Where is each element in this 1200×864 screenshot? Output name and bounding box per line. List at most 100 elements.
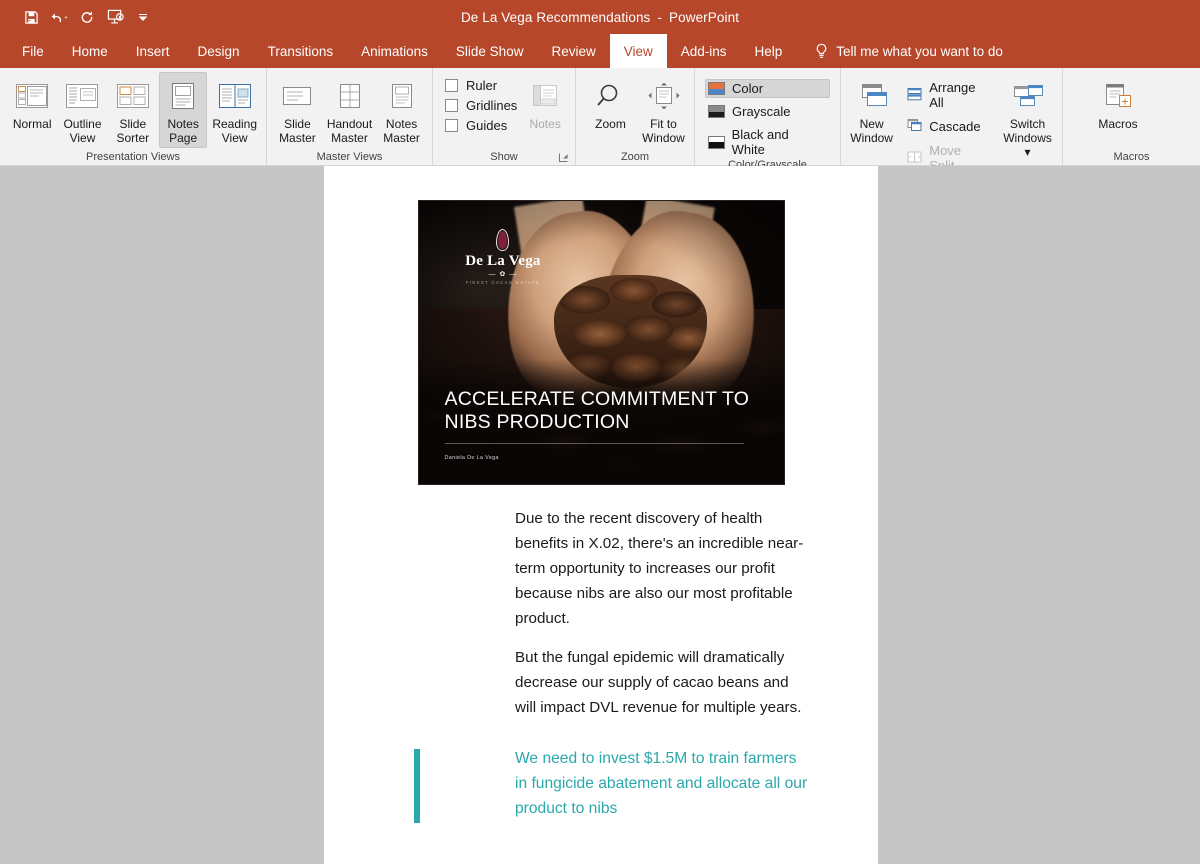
button-zoom-label: Zoom [595, 117, 626, 131]
group-label-presentation-views: Presentation Views [86, 150, 180, 163]
option-color-label: Color [732, 81, 764, 96]
slide-master-icon [280, 76, 314, 116]
button-arrange-all-label: Arrange All [929, 80, 976, 110]
arrange-all-icon [907, 87, 922, 104]
button-handout-master[interactable]: Handout Master [324, 72, 375, 148]
checkbox-ruler[interactable]: Ruler [445, 78, 517, 93]
tab-animations[interactable]: Animations [347, 34, 442, 68]
checkbox-guides-label: Guides [466, 118, 508, 133]
notes-text-area[interactable]: Due to the recent discovery of health be… [324, 506, 878, 823]
document-title: De La Vega Recommendations [460, 9, 651, 25]
outline-view-icon [64, 76, 100, 116]
button-new-window-label: New Window [850, 117, 893, 145]
brand-logo-ornament: — ✿ — [488, 271, 518, 279]
tab-slide-show[interactable]: Slide Show [442, 34, 538, 68]
tab-file[interactable]: File [8, 34, 58, 68]
button-normal-view[interactable]: Normal [8, 72, 56, 134]
button-slide-master[interactable]: Slide Master [273, 72, 322, 148]
button-notes-page[interactable]: Notes Page [158, 72, 208, 148]
notes-page-icon [165, 76, 201, 116]
tab-add-ins[interactable]: Add-ins [667, 34, 741, 68]
tab-help[interactable]: Help [741, 34, 797, 68]
ribbon-group-macros: Macros Macros [1062, 68, 1200, 165]
tab-insert[interactable]: Insert [122, 34, 184, 68]
ribbon-group-show: Ruler Gridlines Guides Notes Show [432, 68, 575, 165]
ribbon-group-color-grayscale: Color Grayscale Black and White Color/Gr… [694, 68, 840, 171]
button-fit-to-window[interactable]: Fit to Window [639, 72, 688, 148]
ribbon: Normal Outline View Slide Sorter Notes Page [0, 68, 1200, 187]
button-handout-master-label: Handout Master [326, 117, 373, 145]
button-slide-sorter[interactable]: Slide Sorter [109, 72, 157, 148]
app-name: PowerPoint [669, 9, 740, 25]
option-color[interactable]: Color [705, 79, 830, 98]
notes-page[interactable]: De La Vega — ✿ — FINEST CACAO ESTATE ACC… [324, 166, 878, 864]
checkbox-ruler-box[interactable] [445, 79, 458, 92]
button-outline-view-label: Outline View [63, 117, 102, 145]
tell-me-search[interactable]: Tell me what you want to do [796, 34, 1003, 68]
button-slide-sorter-label: Slide Sorter [116, 117, 150, 145]
checkbox-gridlines-box[interactable] [445, 99, 458, 112]
work-area: De La Vega — ✿ — FINEST CACAO ESTATE ACC… [0, 166, 1200, 864]
tab-review[interactable]: Review [537, 34, 609, 68]
ribbon-tab-strip: File Home Insert Design Transitions Anim… [0, 34, 1200, 68]
callout-text: We need to invest $1.5M to train farmers… [515, 750, 808, 817]
button-zoom[interactable]: Zoom [586, 72, 635, 134]
cacao-pod-icon [496, 229, 510, 252]
button-slide-master-label: Slide Master [279, 117, 316, 145]
notes-paragraph-1: Due to the recent discovery of health be… [515, 510, 804, 627]
button-new-window[interactable]: New Window [845, 72, 898, 148]
notes-callout: We need to invest $1.5M to train farmers… [324, 746, 878, 823]
button-switch-windows[interactable]: Switch Windows ▾ [999, 72, 1056, 162]
button-cascade[interactable]: Cascade [904, 116, 991, 137]
group-label-zoom: Zoom [620, 150, 650, 163]
ribbon-tabs: File Home Insert Design Transitions Anim… [0, 34, 1200, 68]
button-arrange-all[interactable]: Arrange All [904, 78, 991, 112]
show-checkbox-list: Ruler Gridlines Guides [437, 72, 519, 133]
slide-divider [444, 443, 744, 445]
normal-view-icon [14, 76, 50, 116]
switch-windows-icon [1010, 76, 1046, 116]
tab-home[interactable]: Home [58, 34, 122, 68]
ribbon-group-master-views: Slide Master Handout Master Notes Master Ma… [266, 68, 432, 165]
slide-thumbnail[interactable]: De La Vega — ✿ — FINEST CACAO ESTATE ACC… [418, 200, 785, 485]
cascade-icon [907, 118, 922, 135]
slide-title: ACCELERATE COMMITMENT TO NIBS PRODUCTION [444, 388, 750, 434]
button-outline-view[interactable]: Outline View [58, 72, 106, 148]
option-black-and-white-label: Black and White [731, 127, 789, 157]
checkbox-gridlines[interactable]: Gridlines [445, 98, 517, 113]
tab-design[interactable]: Design [184, 34, 254, 68]
color-mode-list: Color Grayscale Black and White [699, 72, 834, 159]
button-normal-view-label: Normal [12, 117, 52, 131]
button-notes-pane-label: Notes [529, 117, 561, 131]
fit-to-window-icon [647, 76, 681, 116]
move-split-icon [907, 150, 922, 167]
button-notes-master[interactable]: Notes Master [377, 72, 426, 148]
brand-logo: De La Vega — ✿ — FINEST CACAO ESTATE [450, 229, 556, 285]
button-macros[interactable]: Macros [1089, 72, 1147, 134]
notes-master-icon [385, 76, 419, 116]
option-grayscale-label: Grayscale [732, 104, 791, 119]
option-grayscale[interactable]: Grayscale [705, 102, 830, 121]
tab-transitions[interactable]: Transitions [254, 34, 348, 68]
tab-view[interactable]: View [609, 34, 667, 68]
checkbox-guides-box[interactable] [445, 119, 458, 132]
ribbon-group-zoom: Zoom Fit to Window Zoom [575, 68, 694, 165]
button-reading-view[interactable]: Reading View [209, 72, 260, 148]
group-label-master-views: Master Views [316, 150, 383, 163]
black-white-swatch-icon [708, 135, 725, 149]
brand-logo-tagline: FINEST CACAO ESTATE [465, 280, 541, 286]
notes-paragraph-2: But the fungal epidemic will dramaticall… [515, 649, 802, 716]
color-swatch-icon [708, 82, 725, 95]
callout-accent-bar [414, 749, 420, 823]
checkbox-guides[interactable]: Guides [445, 118, 517, 133]
button-switch-windows-label: Switch Windows ▾ [1003, 117, 1052, 159]
button-fit-to-window-label: Fit to Window [642, 117, 685, 145]
button-cascade-label: Cascade [929, 119, 981, 134]
group-label-show: Show [433, 148, 575, 165]
option-black-and-white[interactable]: Black and White [705, 125, 830, 159]
slide-author: Daniela De La Vega [444, 454, 499, 461]
tell-me-label: Tell me what you want to do [836, 43, 1003, 59]
window-title: De La Vega Recommendations - PowerPoint [0, 0, 1200, 34]
show-dialog-launcher-icon[interactable] [558, 152, 569, 163]
button-notes-page-label: Notes Page [167, 117, 199, 145]
